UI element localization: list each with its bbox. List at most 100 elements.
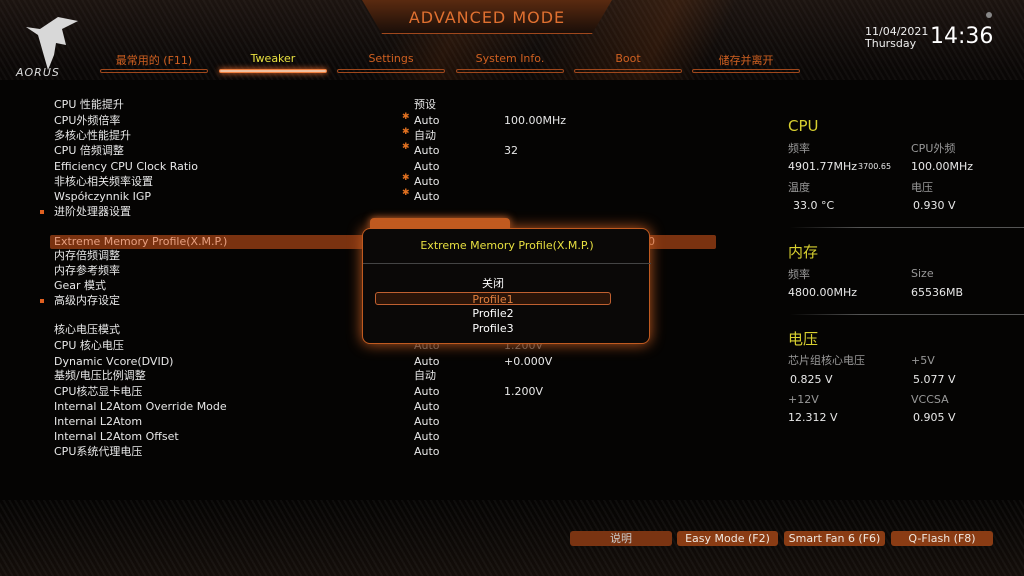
xmp-option[interactable]: Profile1 (375, 292, 611, 306)
setting-label: 内存参考频率 (54, 264, 120, 277)
memory-title: 内存 (788, 243, 819, 261)
xmp-option[interactable]: Profile3 (375, 322, 611, 335)
tab-0[interactable]: 最常用的 (F11) (100, 52, 208, 73)
tab-label: System Info. (475, 52, 545, 65)
setting-row[interactable]: CPU核芯显卡电压 Auto 1.200V (54, 384, 704, 399)
setting-row[interactable]: Internal L2Atom Offset Auto (54, 429, 704, 444)
setting-value[interactable]: Auto (414, 113, 440, 128)
help-button[interactable]: 说明 (570, 531, 672, 546)
popup-tab (370, 218, 510, 228)
mem-size-label: Size (911, 267, 934, 280)
submenu-marker-icon (40, 299, 44, 303)
setting-value[interactable]: 自动 (414, 368, 436, 383)
voltage-title: 电压 (788, 330, 819, 348)
xmp-option[interactable]: Profile2 (375, 307, 611, 320)
setting-value[interactable]: Auto (414, 399, 440, 414)
setting-value2: 32 (504, 144, 518, 157)
setting-label: 核心电压模式 (54, 323, 120, 336)
setting-row[interactable]: CPU系统代理电压 Auto (54, 444, 704, 459)
setting-value[interactable]: Auto (414, 444, 440, 459)
divider (790, 314, 1024, 315)
setting-label: Efficiency CPU Clock Ratio (54, 160, 198, 173)
setting-row[interactable]: Internal L2Atom Auto (54, 414, 704, 429)
date-display: 11/04/2021 Thursday (865, 26, 928, 50)
chipset-label: 芯片组核心电压 (788, 354, 865, 367)
star-icon: ✱ (402, 188, 410, 198)
setting-label: Dynamic Vcore(DVID) (54, 355, 174, 368)
tab-4[interactable]: Boot (574, 52, 682, 73)
setting-row[interactable]: 非核心相关频率设置 ✱ Auto (54, 173, 704, 189)
tab-indicator (456, 69, 564, 73)
tab-indicator (219, 69, 327, 73)
qflash-button[interactable]: Q-Flash (F8) (891, 531, 993, 546)
setting-label: CPU外频倍率 (54, 114, 121, 127)
setting-label: Gear 模式 (54, 279, 107, 292)
setting-row[interactable]: CPU外频倍率 ✱ Auto 100.00MHz (54, 112, 704, 128)
setting-value2: +0.000V (504, 355, 553, 368)
setting-value[interactable]: Auto (414, 429, 440, 444)
aorus-logo-text: AORUS (16, 66, 60, 79)
setting-row[interactable]: 多核心性能提升 ✱ 自动 (54, 127, 704, 143)
setting-value[interactable]: Auto (414, 384, 440, 399)
star-icon: ✱ (402, 127, 410, 137)
star-icon: ✱ (402, 112, 410, 122)
tab-2[interactable]: Settings (337, 52, 445, 73)
setting-value[interactable]: Auto (414, 354, 440, 369)
setting-label: CPU 核心电压 (54, 339, 124, 352)
setting-value[interactable]: Auto (414, 189, 440, 204)
star-icon: ✱ (402, 142, 410, 152)
popup-title: Extreme Memory Profile(X.M.P.) (420, 239, 594, 252)
setting-label: 高级内存设定 (54, 294, 120, 307)
xmp-option[interactable]: 关闭 (375, 277, 611, 290)
divider (363, 263, 651, 264)
v12-volt: 12.312 V (788, 411, 838, 424)
tab-indicator (692, 69, 800, 73)
tab-5[interactable]: 储存并离开 (692, 52, 800, 73)
v5-volt: 5.077 V (913, 373, 956, 386)
tab-1[interactable]: Tweaker (219, 52, 327, 73)
setting-value[interactable]: Auto (414, 174, 440, 189)
setting-label: 进阶处理器设置 (54, 205, 131, 218)
setting-value[interactable]: Auto (414, 414, 440, 429)
setting-row[interactable]: CPU 倍频调整 ✱ Auto 32 (54, 142, 704, 158)
setting-label: 基频/电压比例调整 (54, 369, 146, 382)
cpu-freq-label: 频率 (788, 142, 810, 155)
setting-label: 内存倍频调整 (54, 249, 120, 262)
cpu-volt-label: 电压 (911, 181, 933, 194)
cpu-freq-sub: 3700.65 (858, 162, 892, 171)
weekday: Thursday (865, 37, 917, 50)
setting-value[interactable]: 自动 (414, 128, 436, 143)
setting-label: CPU 性能提升 (54, 98, 124, 111)
mode-title: ADVANCED MODE (408, 8, 566, 27)
mem-freq: 4800.00MHz (788, 286, 858, 299)
divider (790, 227, 1024, 228)
status-dot (986, 12, 992, 18)
setting-row[interactable]: 基频/电压比例调整 自动 (54, 368, 704, 383)
setting-row[interactable]: Dynamic Vcore(DVID) Auto +0.000V (54, 354, 704, 369)
setting-row[interactable]: CPU 性能提升 预设 (54, 97, 704, 112)
clock: 14:36 (930, 24, 994, 49)
setting-label: Internal L2Atom (54, 415, 143, 428)
setting-label: 非核心相关频率设置 (54, 175, 153, 188)
tab-indicator (574, 69, 682, 73)
submenu-marker-icon (40, 210, 44, 214)
tab-label: 最常用的 (F11) (115, 54, 193, 67)
setting-value2: 100.00MHz (504, 114, 567, 127)
vccsa-volt: 0.905 V (913, 411, 956, 424)
mem-freq-label: 频率 (788, 268, 810, 281)
setting-value[interactable]: 预设 (414, 97, 436, 112)
setting-row[interactable]: Współczynnik IGP ✱ Auto (54, 188, 704, 204)
setting-row[interactable]: Internal L2Atom Override Mode Auto (54, 399, 704, 414)
smart-fan-button[interactable]: Smart Fan 6 (F6) (784, 531, 885, 546)
setting-row[interactable]: Efficiency CPU Clock Ratio Auto (54, 159, 704, 174)
easy-mode-button[interactable]: Easy Mode (F2) (677, 531, 778, 546)
setting-value[interactable]: Auto (414, 159, 440, 174)
cpu-temp-label: 温度 (788, 181, 810, 194)
tab-3[interactable]: System Info. (456, 52, 564, 73)
v5-label: +5V (911, 354, 935, 367)
setting-label: CPU 倍频调整 (54, 144, 124, 157)
setting-value[interactable]: Auto (414, 143, 440, 158)
setting-label: Współczynnik IGP (54, 190, 152, 203)
tab-indicator (337, 69, 445, 73)
setting-row[interactable]: 进阶处理器设置 (40, 204, 704, 219)
